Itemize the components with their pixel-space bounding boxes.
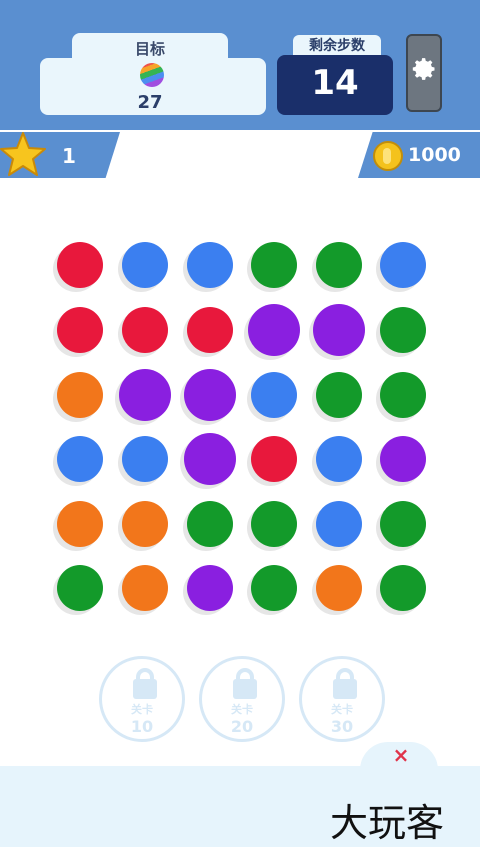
ball-fill xyxy=(251,501,297,547)
ball-fill xyxy=(57,372,103,418)
ball-red[interactable] xyxy=(118,307,168,357)
lock-body xyxy=(133,679,157,699)
ball-fill xyxy=(184,433,236,485)
ball-fill xyxy=(251,565,297,611)
ball-orange[interactable] xyxy=(118,501,168,551)
moves-label: 剩余步数 xyxy=(293,35,381,57)
ball-fill xyxy=(57,501,103,547)
ball-orange[interactable] xyxy=(312,565,362,615)
ball-fill xyxy=(316,436,362,482)
lock-label: 关卡 xyxy=(231,703,253,716)
ball-fill xyxy=(313,304,365,356)
ball-green[interactable] xyxy=(312,242,362,292)
ball-fill xyxy=(380,372,426,418)
ball-blue[interactable] xyxy=(53,436,103,486)
watermark-text: 大玩客 xyxy=(330,801,445,845)
ball-green[interactable] xyxy=(312,372,362,422)
locked-level-30[interactable]: 关卡 30 xyxy=(299,656,385,742)
lock-body xyxy=(333,679,357,699)
moves-value: 14 xyxy=(311,63,359,103)
ball-fill xyxy=(119,369,171,421)
ball-fill xyxy=(316,501,362,547)
ball-red[interactable] xyxy=(53,242,103,292)
ball-fill xyxy=(187,242,233,288)
ball-fill xyxy=(316,565,362,611)
ball-fill xyxy=(184,369,236,421)
ball-fill xyxy=(380,242,426,288)
ball-fill xyxy=(380,436,426,482)
lock-level-number: 10 xyxy=(130,717,154,736)
star-icon xyxy=(0,132,46,176)
ball-fill xyxy=(57,307,103,353)
ball-green[interactable] xyxy=(247,501,297,551)
ball-purple[interactable] xyxy=(309,304,365,360)
ball-purple[interactable] xyxy=(180,369,236,425)
ball-orange[interactable] xyxy=(53,372,103,422)
ball-green[interactable] xyxy=(376,307,426,357)
locked-level-10[interactable]: 关卡 10 xyxy=(99,656,185,742)
ball-green[interactable] xyxy=(53,565,103,615)
ball-red[interactable] xyxy=(247,436,297,486)
ball-fill xyxy=(187,501,233,547)
ball-red[interactable] xyxy=(183,307,233,357)
ball-purple[interactable] xyxy=(376,436,426,486)
ball-fill xyxy=(122,501,168,547)
ball-fill xyxy=(57,565,103,611)
ball-fill xyxy=(187,565,233,611)
ball-fill xyxy=(187,307,233,353)
lock-body xyxy=(233,679,257,699)
ball-blue[interactable] xyxy=(118,242,168,292)
ball-green[interactable] xyxy=(376,565,426,615)
ball-purple[interactable] xyxy=(244,304,300,360)
goal-title: 目标 xyxy=(134,40,165,58)
ball-fill xyxy=(251,436,297,482)
ball-green[interactable] xyxy=(183,501,233,551)
ball-fill xyxy=(57,436,103,482)
ball-fill xyxy=(380,565,426,611)
close-icon[interactable]: × xyxy=(390,744,412,766)
ball-orange[interactable] xyxy=(53,501,103,551)
goal-count: 27 xyxy=(137,92,163,113)
locked-level-20[interactable]: 关卡 20 xyxy=(199,656,285,742)
lock-label: 关卡 xyxy=(331,703,353,716)
ball-fill xyxy=(122,436,168,482)
ball-blue[interactable] xyxy=(312,436,362,486)
ball-fill xyxy=(122,307,168,353)
ball-fill xyxy=(316,242,362,288)
ball-green[interactable] xyxy=(376,372,426,422)
ball-fill xyxy=(57,242,103,288)
ball-fill xyxy=(248,304,300,356)
ball-purple[interactable] xyxy=(180,433,236,489)
ball-green[interactable] xyxy=(247,242,297,292)
ball-fill xyxy=(380,307,426,353)
lock-level-number: 30 xyxy=(330,717,354,736)
ball-orange[interactable] xyxy=(118,565,168,615)
coins-count: 1000 xyxy=(408,144,461,166)
ball-blue[interactable] xyxy=(312,501,362,551)
stars-count: 1 xyxy=(62,144,76,168)
lock-level-number: 20 xyxy=(230,717,254,736)
ball-fill xyxy=(122,565,168,611)
ball-fill xyxy=(251,242,297,288)
ball-fill xyxy=(380,501,426,547)
goal-ball-icon xyxy=(140,63,164,87)
ball-green[interactable] xyxy=(376,501,426,551)
coin-icon xyxy=(373,141,403,171)
ball-fill xyxy=(251,372,297,418)
lock-label: 关卡 xyxy=(131,703,153,716)
gear-icon[interactable] xyxy=(410,55,438,83)
ball-blue[interactable] xyxy=(247,372,297,422)
ball-purple[interactable] xyxy=(183,565,233,615)
ball-blue[interactable] xyxy=(183,242,233,292)
ball-red[interactable] xyxy=(53,307,103,357)
ball-fill xyxy=(122,242,168,288)
ball-blue[interactable] xyxy=(376,242,426,292)
ball-green[interactable] xyxy=(247,565,297,615)
ball-purple[interactable] xyxy=(115,369,171,425)
ball-blue[interactable] xyxy=(118,436,168,486)
ball-fill xyxy=(316,372,362,418)
